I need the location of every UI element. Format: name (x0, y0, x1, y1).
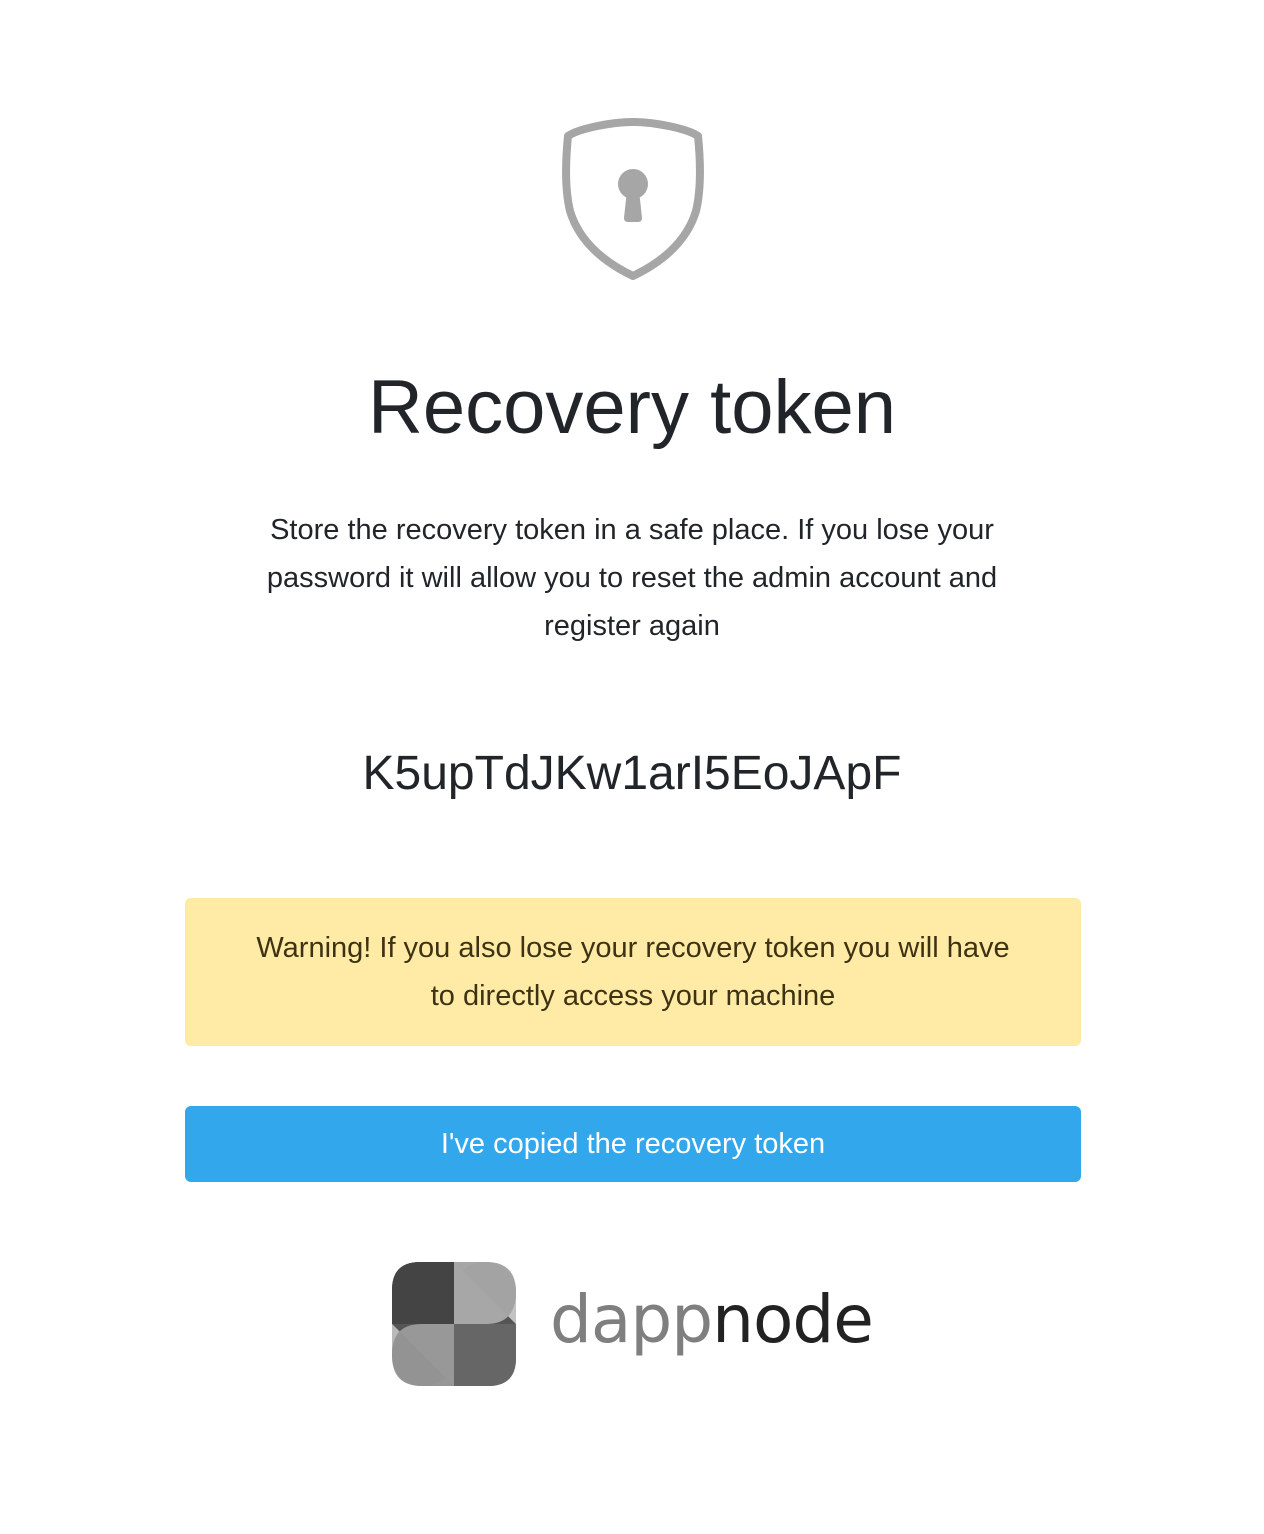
logo-text-light: dapp (550, 1281, 713, 1358)
page-title: Recovery token (367, 365, 897, 450)
dappnode-wordmark: dappnode (550, 1280, 874, 1360)
copied-token-button[interactable]: I've copied the recovery token (185, 1106, 1081, 1182)
recovery-token-page: Recovery token Store the recovery token … (0, 0, 1264, 1534)
dappnode-logo-icon (392, 1262, 516, 1386)
description-text: Store the recovery token in a safe place… (266, 514, 998, 642)
warning-alert: Warning! If you also lose your recovery … (185, 898, 1081, 1046)
recovery-token-value: K5upTdJKw1arI5EoJApF (362, 747, 902, 800)
warning-text: Warning! If you also lose your recovery … (256, 932, 1010, 1012)
logo-text-dark: node (712, 1281, 874, 1358)
shield-keyhole-icon (562, 118, 704, 280)
dappnode-logo: dappnode (392, 1262, 882, 1386)
